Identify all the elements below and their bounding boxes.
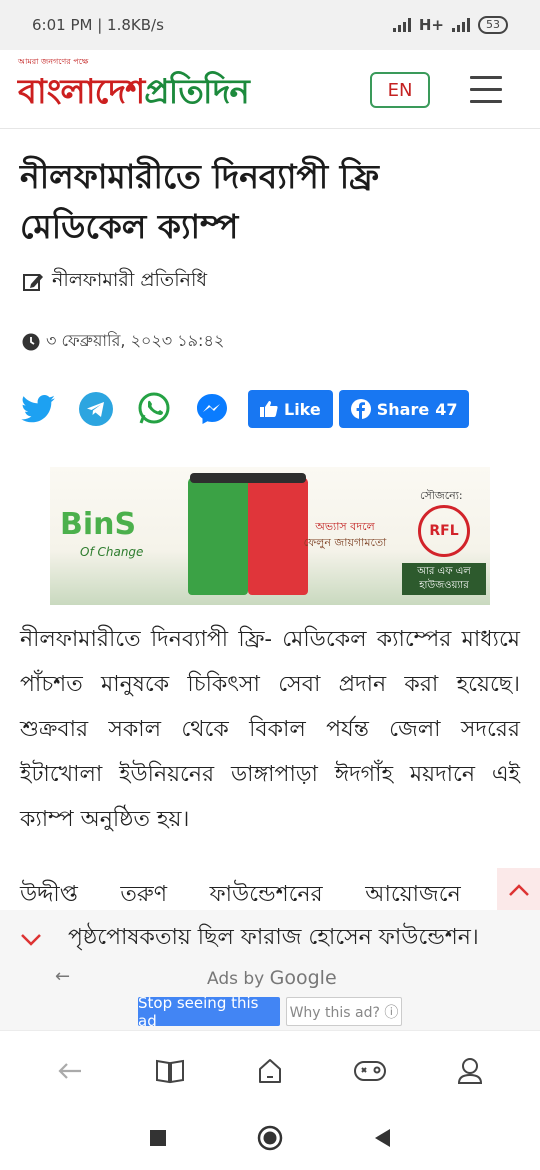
facebook-icon: [350, 399, 371, 419]
scroll-up-icon[interactable]: [497, 868, 540, 912]
red-bin-image: [248, 477, 308, 595]
home-button-icon[interactable]: [257, 1125, 283, 1155]
brand-line-1: আর এফ এল: [417, 566, 471, 577]
recent-apps-icon[interactable]: [149, 1129, 167, 1151]
article-author: নীলফামারী প্রতিনিধি: [22, 266, 207, 298]
telegram-icon[interactable]: [78, 391, 114, 427]
why-this-ad-button[interactable]: Why this ad? ⓘ: [286, 997, 402, 1026]
logo-text-red: বাংলাদেশ: [18, 72, 145, 112]
book-icon[interactable]: [150, 1051, 190, 1091]
edit-icon: [23, 274, 43, 291]
anchor-ad-bar: পৃষ্ঠপোষকতায় ছিল ফারাজ হোসেন ফাউন্ডেশন।…: [0, 910, 540, 1030]
brand-line-2: হাউজওয়্যার: [419, 580, 469, 591]
collapse-ad-icon[interactable]: [20, 928, 42, 952]
like-label: Like: [284, 399, 321, 419]
battery-icon: 53: [478, 16, 508, 34]
messenger-icon[interactable]: [194, 391, 230, 427]
share-label: Share: [376, 399, 430, 419]
back-button-icon[interactable]: [373, 1128, 391, 1152]
back-arrow-icon[interactable]: [50, 1051, 90, 1091]
banner-slogan: অভ্যাস বদলে ফেলুন জায়গামতো: [300, 519, 390, 551]
banner-of-change: Of Change: [80, 545, 144, 559]
profile-icon[interactable]: [450, 1051, 490, 1091]
system-nav-bar: [0, 1110, 540, 1170]
signal-icon-2: [452, 18, 470, 32]
author-name: নীলফামারী প্রতিনিধি: [52, 269, 208, 291]
network-type: H+: [418, 16, 444, 34]
article-date: ৩ ফেব্রুয়ারি, ২০২৩ ১৯:৪২: [22, 328, 224, 355]
share-count: 47: [435, 399, 458, 419]
home-icon[interactable]: [250, 1051, 290, 1091]
ad-back-arrow-icon[interactable]: ←: [55, 966, 70, 987]
browser-bottom-nav: [0, 1030, 540, 1110]
banner-courtesy: সৌজন্যে:: [420, 489, 463, 502]
hamburger-menu-icon[interactable]: [470, 76, 502, 112]
status-time: 6:01 PM | 1.8KB/s: [32, 16, 164, 34]
status-bar: 6:01 PM | 1.8KB/s H+ 53: [0, 0, 540, 50]
ads-by-google: Ads by Google: [207, 967, 337, 989]
signal-icon: [392, 18, 411, 32]
article-title: নীলফামারীতে দিনব্যাপী ফ্রি মেডিকেল ক্যাম…: [20, 157, 379, 246]
slogan-line-2: ফেলুন জায়গামতো: [303, 536, 387, 549]
facebook-like-button[interactable]: Like: [248, 390, 333, 428]
slogan-line-1: অভ্যাস বদলে: [315, 520, 375, 533]
site-header: আমরা জনগণের পক্ষে বাংলাদেশপ্রতিদিন EN: [0, 50, 540, 129]
bin-lid: [190, 473, 306, 483]
clock-icon: [22, 333, 40, 350]
article-paragraph-1: নীলফামারীতে দিনব্যাপী ফ্রি- মেডিকেল ক্যা…: [20, 627, 520, 832]
date-text: ৩ ফেব্রুয়ারি, ২০২৩ ১৯:৪২: [46, 331, 225, 350]
language-button[interactable]: EN: [370, 72, 430, 108]
twitter-icon[interactable]: [20, 391, 56, 427]
logo-text-green: প্রতিদিন: [144, 72, 249, 112]
ads-by-label: Ads by: [207, 969, 265, 989]
rfl-housewares: আর এফ এল হাউজওয়্যার: [402, 563, 486, 595]
google-label: Google: [269, 967, 337, 989]
stop-seeing-ad-button[interactable]: Stop seeing this ad: [138, 994, 280, 1030]
banner-bins-text: BinS: [60, 507, 137, 542]
whatsapp-icon[interactable]: [136, 391, 172, 427]
green-bin-image: [188, 477, 248, 595]
rfl-logo: RFL: [418, 505, 470, 557]
banner-ad[interactable]: BinS Of Change অভ্যাস বদলে ফেলুন জায়গাম…: [50, 467, 490, 605]
ad-overlay-text: পৃষ্ঠপোষকতায় ছিল ফারাজ হোসেন ফাউন্ডেশন।: [68, 925, 479, 950]
game-controller-icon[interactable]: [350, 1051, 390, 1091]
thumbs-up-icon: [260, 401, 278, 417]
facebook-share-button[interactable]: Share 47: [338, 390, 470, 428]
share-bar: Like Share 47: [20, 390, 470, 428]
site-logo[interactable]: বাংলাদেশপ্রতিদিন: [18, 66, 250, 123]
